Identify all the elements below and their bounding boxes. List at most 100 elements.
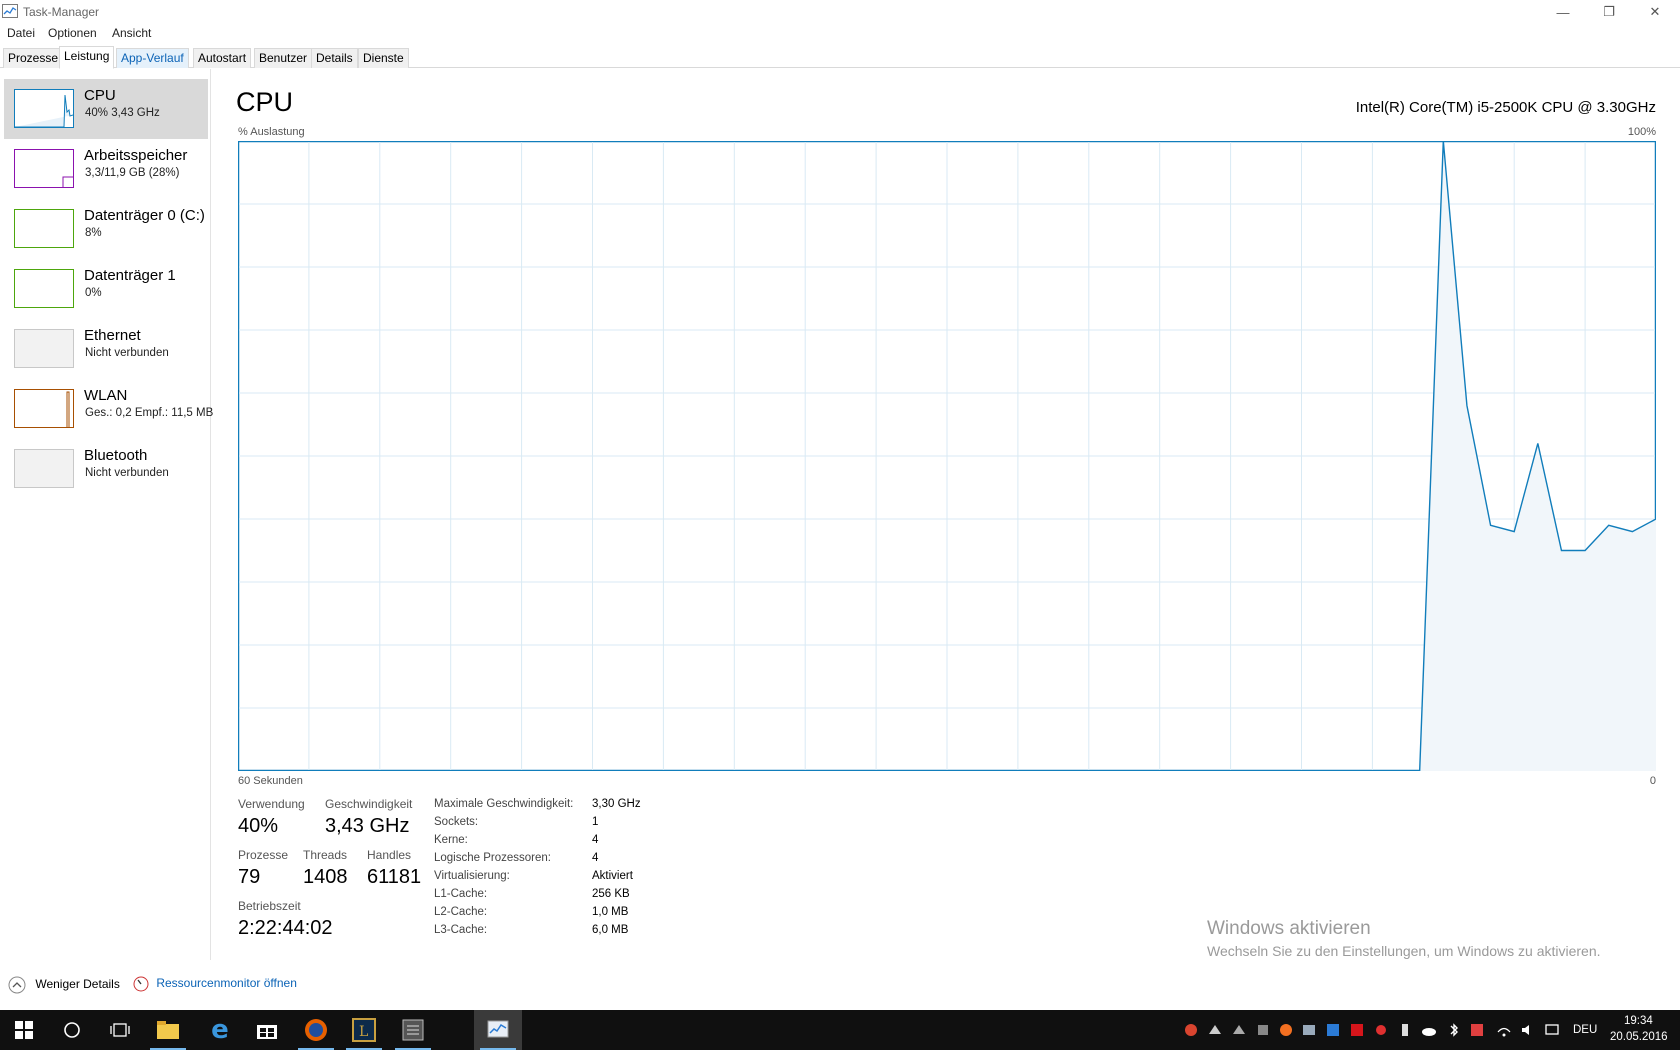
search-circle-icon <box>64 1022 80 1038</box>
tab-prozesse[interactable]: Prozesse <box>3 48 64 68</box>
tab-leistung[interactable]: Leistung <box>59 46 115 69</box>
tray-app-icon-1[interactable] <box>1183 1022 1199 1038</box>
sidebar-item-ethernet[interactable]: Ethernet Nicht verbunden <box>4 319 208 379</box>
sidebar-item-datentraeger-1[interactable]: Datenträger 1 0% <box>4 259 208 319</box>
spec-key: Virtualisierung: <box>434 870 510 882</box>
svg-text:L: L <box>359 1024 368 1040</box>
taskbar-notepad[interactable] <box>389 1010 437 1050</box>
verwendung-value: 40% <box>238 815 279 837</box>
menu-ansicht[interactable]: Ansicht <box>112 26 151 40</box>
cpu-usage-graph <box>238 141 1656 771</box>
tray-app-icon-4[interactable] <box>1255 1022 1271 1038</box>
sidebar-item-datentraeger-0[interactable]: Datenträger 0 (C:) 8% <box>4 199 208 259</box>
clock-time: 19:34 <box>1624 1015 1653 1027</box>
sidebar-item-sublabel: 8% <box>85 227 102 239</box>
disk0-thumbnail-graph <box>14 209 74 248</box>
prozesse-value: 79 <box>238 866 261 888</box>
start-button[interactable] <box>0 1010 48 1050</box>
graph-xlabel-left: 60 Sekunden <box>238 775 303 787</box>
spec-value: 256 KB <box>592 888 630 900</box>
taskbar-edge[interactable]: e <box>196 1010 244 1050</box>
close-button[interactable]: ✕ <box>1632 0 1678 24</box>
tray-bluetooth-icon[interactable] <box>1446 1022 1462 1038</box>
graph-ylabel: % Auslastung <box>238 126 305 138</box>
volume-icon[interactable] <box>1520 1022 1536 1038</box>
sidebar-item-label: Datenträger 1 <box>84 267 176 284</box>
sidebar-item-label: Datenträger 0 (C:) <box>84 207 205 224</box>
tray-adobe-icon[interactable] <box>1349 1022 1365 1038</box>
sidebar-item-wlan[interactable]: WLAN Ges.: 0,2 Empf.: 11,5 MB <box>4 379 213 439</box>
sidebar-item-sublabel: Nicht verbunden <box>85 347 169 359</box>
chevron-up-circle-icon <box>8 976 26 994</box>
notepad-icon <box>402 1019 424 1041</box>
tray-app-icon-5[interactable] <box>1278 1022 1294 1038</box>
spec-key: Sockets: <box>434 816 479 828</box>
taskbar-league[interactable]: L <box>340 1010 388 1050</box>
wifi-icon[interactable] <box>1496 1022 1512 1038</box>
search-button[interactable] <box>48 1010 96 1050</box>
tray-app-icon-3[interactable] <box>1231 1022 1247 1038</box>
spec-key: L1-Cache: <box>434 888 488 900</box>
wlan-sparkline <box>66 391 70 427</box>
bluetooth-thumbnail-graph <box>14 449 74 488</box>
tray-app-icon-13[interactable] <box>1469 1022 1485 1038</box>
task-manager-icon <box>2 4 18 18</box>
page-title: CPU <box>236 87 294 117</box>
cpu-sparkline <box>15 94 74 128</box>
taskbar-file-explorer[interactable] <box>144 1010 192 1050</box>
minimize-button[interactable]: — <box>1540 0 1586 24</box>
spec-key: L2-Cache: <box>434 906 488 918</box>
menu-datei[interactable]: Datei <box>7 26 35 40</box>
spec-key: Maximale Geschwindigkeit: <box>434 798 574 810</box>
sidebar-item-arbeitsspeicher[interactable]: Arbeitsspeicher 3,3/11,9 GB (28%) <box>4 139 208 199</box>
memory-sparkline <box>62 176 73 187</box>
tab-details[interactable]: Details <box>311 48 358 68</box>
task-view-button[interactable] <box>96 1010 144 1050</box>
tray-app-icon-7[interactable] <box>1325 1022 1341 1038</box>
tab-bar: Prozesse Leistung App-Verlauf Autostart … <box>0 46 1680 69</box>
spec-value: 3,30 GHz <box>592 798 641 810</box>
sidebar-item-sublabel: 40% 3,43 GHz <box>85 107 160 119</box>
taskbar-task-manager[interactable] <box>474 1010 522 1050</box>
clock-date: 20.05.2016 <box>1610 1031 1668 1043</box>
tray-app-icon-6[interactable] <box>1301 1022 1317 1038</box>
tab-app-verlauf[interactable]: App-Verlauf <box>116 48 189 68</box>
firefox-icon <box>305 1019 327 1041</box>
resource-monitor-link[interactable]: Ressourcenmonitor öffnen <box>133 976 297 992</box>
sidebar-item-sublabel: 0% <box>85 287 102 299</box>
taskbar-firefox[interactable] <box>292 1010 340 1050</box>
input-language[interactable]: DEU <box>1573 1024 1597 1036</box>
taskbar-store[interactable] <box>243 1010 291 1050</box>
geschwindigkeit-label: Geschwindigkeit <box>325 797 413 811</box>
menu-optionen[interactable]: Optionen <box>48 26 97 40</box>
fewer-details-button[interactable]: Weniger Details <box>8 976 120 994</box>
wlan-thumbnail-graph <box>14 389 74 428</box>
tray-onedrive-icon[interactable] <box>1421 1022 1437 1038</box>
sidebar-item-label: Arbeitsspeicher <box>84 147 188 164</box>
task-manager-icon <box>487 1020 509 1038</box>
footer-bar: Weniger Details Ressourcenmonitor öffnen <box>0 972 1680 998</box>
activation-watermark-text: Wechseln Sie zu den Einstellungen, um Wi… <box>1207 943 1601 959</box>
tab-dienste[interactable]: Dienste <box>358 48 409 68</box>
spec-key: Kerne: <box>434 834 468 846</box>
action-center-icon[interactable] <box>1544 1022 1560 1038</box>
cpu-thumbnail-graph <box>14 89 74 128</box>
minimize-icon: — <box>1556 4 1570 20</box>
tray-app-icon-9[interactable] <box>1373 1022 1389 1038</box>
sidebar-item-cpu[interactable]: CPU 40% 3,43 GHz <box>4 79 208 139</box>
sidebar-item-label: WLAN <box>84 387 128 404</box>
edge-icon: e <box>211 1015 229 1045</box>
tray-app-icon-2[interactable] <box>1207 1022 1223 1038</box>
tray-usb-icon[interactable] <box>1397 1022 1413 1038</box>
restore-button[interactable]: ❐ <box>1586 0 1632 24</box>
sidebar-item-label: Bluetooth <box>84 447 148 464</box>
tab-benutzer[interactable]: Benutzer <box>254 48 313 68</box>
memory-thumbnail-graph <box>14 149 74 188</box>
spec-value: 1 <box>592 816 599 828</box>
tab-autostart[interactable]: Autostart <box>193 48 252 68</box>
sidebar-item-bluetooth[interactable]: Bluetooth Nicht verbunden <box>4 439 208 499</box>
activation-watermark-title: Windows aktivieren <box>1207 918 1371 939</box>
restore-icon: ❐ <box>1603 4 1615 19</box>
file-explorer-icon <box>157 1021 179 1039</box>
sidebar-item-sublabel: Ges.: 0,2 Empf.: 11,5 MB <box>85 407 214 419</box>
